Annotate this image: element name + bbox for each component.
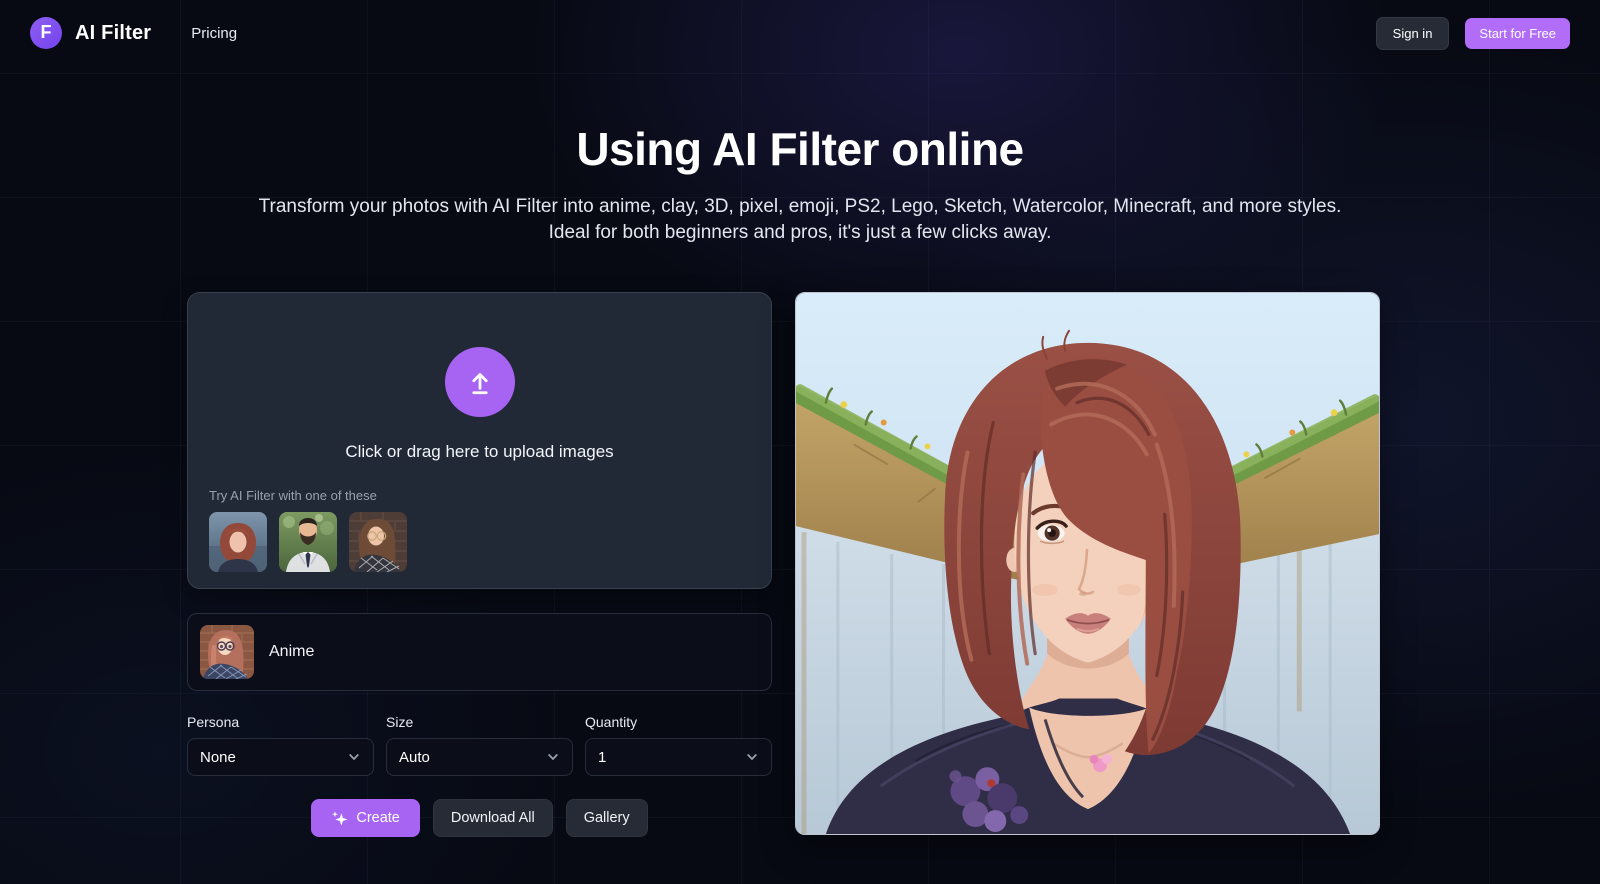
style-picker[interactable]: Anime: [187, 613, 772, 691]
top-nav: F AI Filter Pricing Sign in Start for Fr…: [0, 0, 1600, 66]
size-label: Size: [386, 714, 573, 730]
persona-select[interactable]: None: [187, 738, 374, 776]
upload-dropzone[interactable]: Click or drag here to upload images Try …: [187, 292, 772, 589]
sample-photo-2[interactable]: [279, 512, 337, 572]
chevron-down-icon: [347, 750, 361, 764]
sign-in-button[interactable]: Sign in: [1376, 17, 1450, 50]
quantity-select[interactable]: 1: [585, 738, 772, 776]
samples-row: [209, 512, 771, 572]
create-button-label: Create: [356, 810, 400, 826]
result-image: [795, 292, 1380, 835]
upload-icon: [445, 347, 515, 417]
size-select[interactable]: Auto: [386, 738, 573, 776]
left-column: Click or drag here to upload images Try …: [187, 292, 772, 837]
sample-photo-3[interactable]: [349, 512, 407, 572]
sparkles-icon: [331, 810, 348, 827]
selected-style-label: Anime: [269, 643, 314, 661]
quantity-label: Quantity: [585, 714, 772, 730]
main-content: Click or drag here to upload images Try …: [187, 292, 1380, 837]
app-logo[interactable]: F: [30, 17, 62, 49]
page: F AI Filter Pricing Sign in Start for Fr…: [0, 0, 1600, 884]
page-subtitle: Transform your photos with AI Filter int…: [253, 194, 1348, 246]
sample-photo-1[interactable]: [209, 512, 267, 572]
anime-style-thumbnail: [200, 625, 254, 679]
brand-title: AI Filter: [75, 22, 151, 45]
size-value: Auto: [399, 749, 430, 766]
size-field: Size Auto: [386, 714, 573, 776]
right-column: [795, 292, 1380, 837]
create-button[interactable]: Create: [311, 799, 420, 837]
chevron-down-icon: [546, 750, 560, 764]
persona-value: None: [200, 749, 236, 766]
samples-label: Try AI Filter with one of these: [209, 488, 771, 503]
download-all-button[interactable]: Download All: [433, 799, 553, 837]
logo-letter-icon: F: [41, 22, 52, 43]
nav-link-pricing[interactable]: Pricing: [191, 25, 237, 42]
persona-label: Persona: [187, 714, 374, 730]
quantity-value: 1: [598, 749, 606, 766]
quantity-field: Quantity 1: [585, 714, 772, 776]
start-for-free-button[interactable]: Start for Free: [1465, 18, 1570, 49]
chevron-down-icon: [745, 750, 759, 764]
actions-row: Create Download All Gallery: [187, 799, 772, 837]
controls-row: Persona None Size Auto Quantity: [187, 714, 772, 776]
upload-caption: Click or drag here to upload images: [188, 442, 771, 462]
hero-section: Using AI Filter online Transform your ph…: [0, 122, 1600, 246]
gallery-button[interactable]: Gallery: [566, 799, 648, 837]
page-title: Using AI Filter online: [0, 122, 1600, 176]
persona-field: Persona None: [187, 714, 374, 776]
